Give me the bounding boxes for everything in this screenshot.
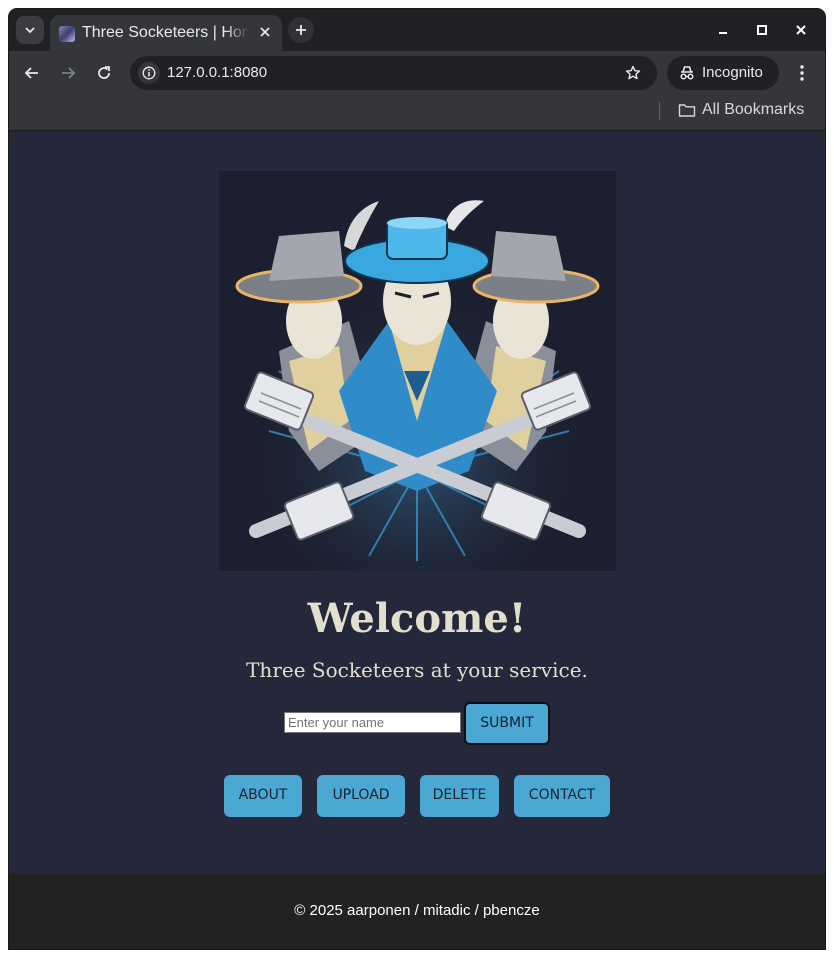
more-vert-icon [800, 65, 804, 81]
three-socketeers-illustration [219, 171, 616, 571]
star-icon [625, 65, 641, 80]
reload-button[interactable] [91, 60, 117, 86]
info-icon [142, 66, 156, 80]
incognito-label: Incognito [702, 64, 763, 81]
contact-button[interactable]: CONTACT [514, 775, 610, 817]
bookmarks-separator [659, 102, 660, 120]
hero-image [219, 171, 616, 571]
plus-icon [296, 25, 306, 35]
forward-button[interactable] [55, 60, 81, 86]
name-input[interactable] [284, 712, 461, 733]
tab-close-button[interactable] [256, 24, 274, 42]
page-subtitle: Three Socketeers at your service. [246, 658, 588, 682]
tab-strip: Three Socketeers | Home [9, 9, 825, 51]
back-button[interactable] [19, 60, 45, 86]
bookmark-star-button[interactable] [623, 63, 643, 83]
page-title: Welcome! [307, 595, 527, 642]
browser-window: Three Socketeers | Home 127.0.0.1:8080 I… [9, 9, 825, 949]
site-info-button[interactable] [138, 62, 160, 84]
incognito-icon [680, 66, 694, 80]
tab-active[interactable]: Three Socketeers | Home [50, 15, 282, 51]
delete-button[interactable]: DELETE [420, 775, 499, 817]
about-button[interactable]: ABOUT [224, 775, 302, 817]
new-tab-button[interactable] [288, 17, 314, 43]
url-text: 127.0.0.1:8080 [167, 64, 268, 81]
page-footer: © 2025 aarponen / mitadic / pbencze [9, 874, 825, 949]
close-icon [260, 27, 270, 37]
reload-icon [98, 66, 110, 79]
tab-search-icon [25, 27, 35, 34]
maximize-icon [757, 25, 767, 35]
window-close-button[interactable] [789, 19, 813, 41]
back-icon [24, 67, 38, 79]
web-page: Welcome! Three Socketeers at your servic… [9, 131, 825, 874]
forward-icon [62, 67, 76, 79]
all-bookmarks-button[interactable]: All Bookmarks [702, 100, 804, 120]
footer-credits: © 2025 aarponen / mitadic / pbencze [294, 902, 540, 919]
browser-toolbar: 127.0.0.1:8080 Incognito [9, 51, 825, 93]
window-close-icon [796, 25, 806, 35]
browser-menu-button[interactable] [791, 60, 813, 86]
minimize-icon [719, 32, 727, 34]
maximize-button[interactable] [750, 19, 774, 41]
submit-button[interactable]: SUBMIT [464, 702, 550, 745]
address-bar[interactable]: 127.0.0.1:8080 [130, 56, 657, 90]
incognito-indicator[interactable]: Incognito [667, 56, 779, 90]
folder-icon [678, 104, 696, 117]
bookmarks-bar: All Bookmarks [9, 93, 825, 131]
tab-title: Three Socketeers | Home [82, 24, 248, 41]
minimize-button[interactable] [711, 19, 735, 41]
site-favicon [59, 26, 75, 42]
tab-search-button[interactable] [16, 16, 44, 44]
upload-button[interactable]: UPLOAD [317, 775, 405, 817]
